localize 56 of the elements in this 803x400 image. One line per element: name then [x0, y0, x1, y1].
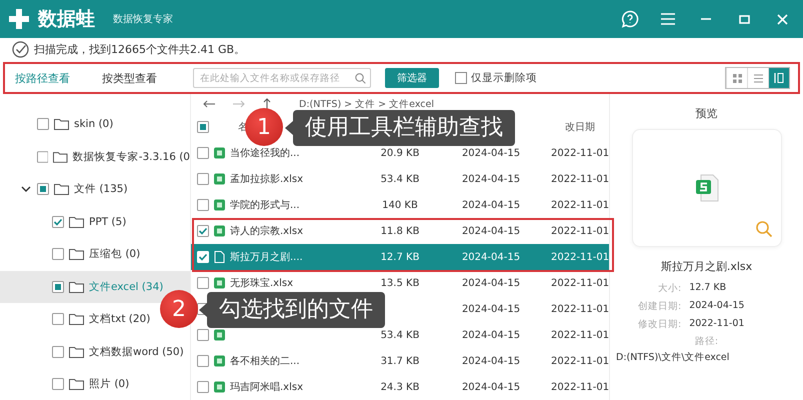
table-cell-text: 孟加拉掠影.xlsx [230, 172, 304, 186]
table-cell-text: 2024-04-15 [460, 252, 522, 262]
table-cell: 2022-11-01 [551, 382, 610, 392]
table-cell-text: 诗人的宗教.xlsx [230, 224, 304, 238]
file-path: D:(NTFS)\文件\文件excel [616, 351, 730, 364]
scan-status-text: 扫描完成，找到12665个文件共2.41 GB。 [34, 42, 246, 56]
table-cell-text: 无形珠宝.xlsx [230, 276, 294, 290]
table-cell-text: 53.4 KB [380, 174, 420, 184]
table-cell-text: 2024-04-15 [460, 330, 522, 340]
table-cell-text: 2024-04-15 [460, 200, 522, 210]
table-cell-text: 当你途径我的... [230, 146, 300, 160]
table-cell-text: 2024-04-15 [460, 226, 522, 236]
table-cell-text: 2024-04-15 [460, 356, 522, 366]
table-cell-text: 11.8 KB [380, 226, 420, 236]
table-cell-text: 13.5 KB [380, 278, 420, 288]
table-cell: 2022-11-01 [551, 356, 610, 366]
detail-label: 修改日期: [638, 318, 682, 331]
table-cell-text: 斯拉万月之剧.... [230, 250, 303, 264]
table-cell-text: 2024-04-15 [460, 174, 522, 184]
table-cell: 2022-11-01 [551, 174, 610, 184]
step-number-tooltip: 2 [160, 290, 198, 328]
table-cell: 2022-11-01 [551, 304, 610, 314]
table-cell-text: 24.3 KB [380, 382, 420, 392]
callout-tooltip: 使用工具栏辅助查找 [293, 110, 515, 146]
detail-value: 2024-04-15 [689, 300, 744, 313]
detail-label: 创建日期: [638, 300, 682, 313]
detail-value: 12.7 KB [689, 282, 728, 295]
callout-tooltip: 勾选找到的文件 [207, 292, 385, 328]
table-cell: 2022-11-01 [551, 252, 610, 262]
preview-title: 预览 [696, 106, 718, 121]
preview-file-name: 斯拉万月之剧.xlsx [660, 259, 752, 274]
breadcrumb-path: D:(NTFS) > 文件 > 文件excel [299, 98, 434, 110]
table-cell-text: 2024-04-15 [460, 148, 522, 158]
app-subtitle: 数据恢复专家 [113, 12, 173, 26]
table-cell-text: 12.7 KB [380, 252, 420, 262]
detail-label: 路径: [694, 335, 718, 348]
detail-label: 大小: [657, 282, 682, 295]
table-cell-text: 31.7 KB [380, 356, 420, 366]
step-number-tooltip: 1 [245, 108, 283, 146]
table-cell: 2022-11-01 [551, 148, 610, 158]
table-cell-text: 玛吉阿米唱.xlsx [230, 380, 304, 394]
detail-value: 2022-11-01 [689, 318, 744, 331]
table-cell-text: 140 KB [381, 200, 419, 210]
table-cell-text: 2024-04-15 [460, 278, 522, 288]
app-logo: 数据蛙 [38, 7, 95, 32]
table-cell: 2022-11-01 [551, 200, 610, 210]
table-cell-text: 各不相关的二... [230, 354, 300, 368]
table-cell-text: 2024-04-15 [460, 304, 522, 314]
table-cell-text: 2024-04-15 [460, 382, 522, 392]
column-header: 改日期 [564, 120, 596, 134]
table-cell-text: 53.4 KB [380, 330, 420, 340]
table-cell: 2022-11-01 [551, 330, 610, 340]
table-cell: 2022-11-01 [551, 226, 610, 236]
table-cell: 2022-11-01 [551, 278, 610, 288]
table-cell-text: 20.9 KB [380, 148, 420, 158]
table-cell-text: 学院的形式与... [230, 198, 300, 212]
